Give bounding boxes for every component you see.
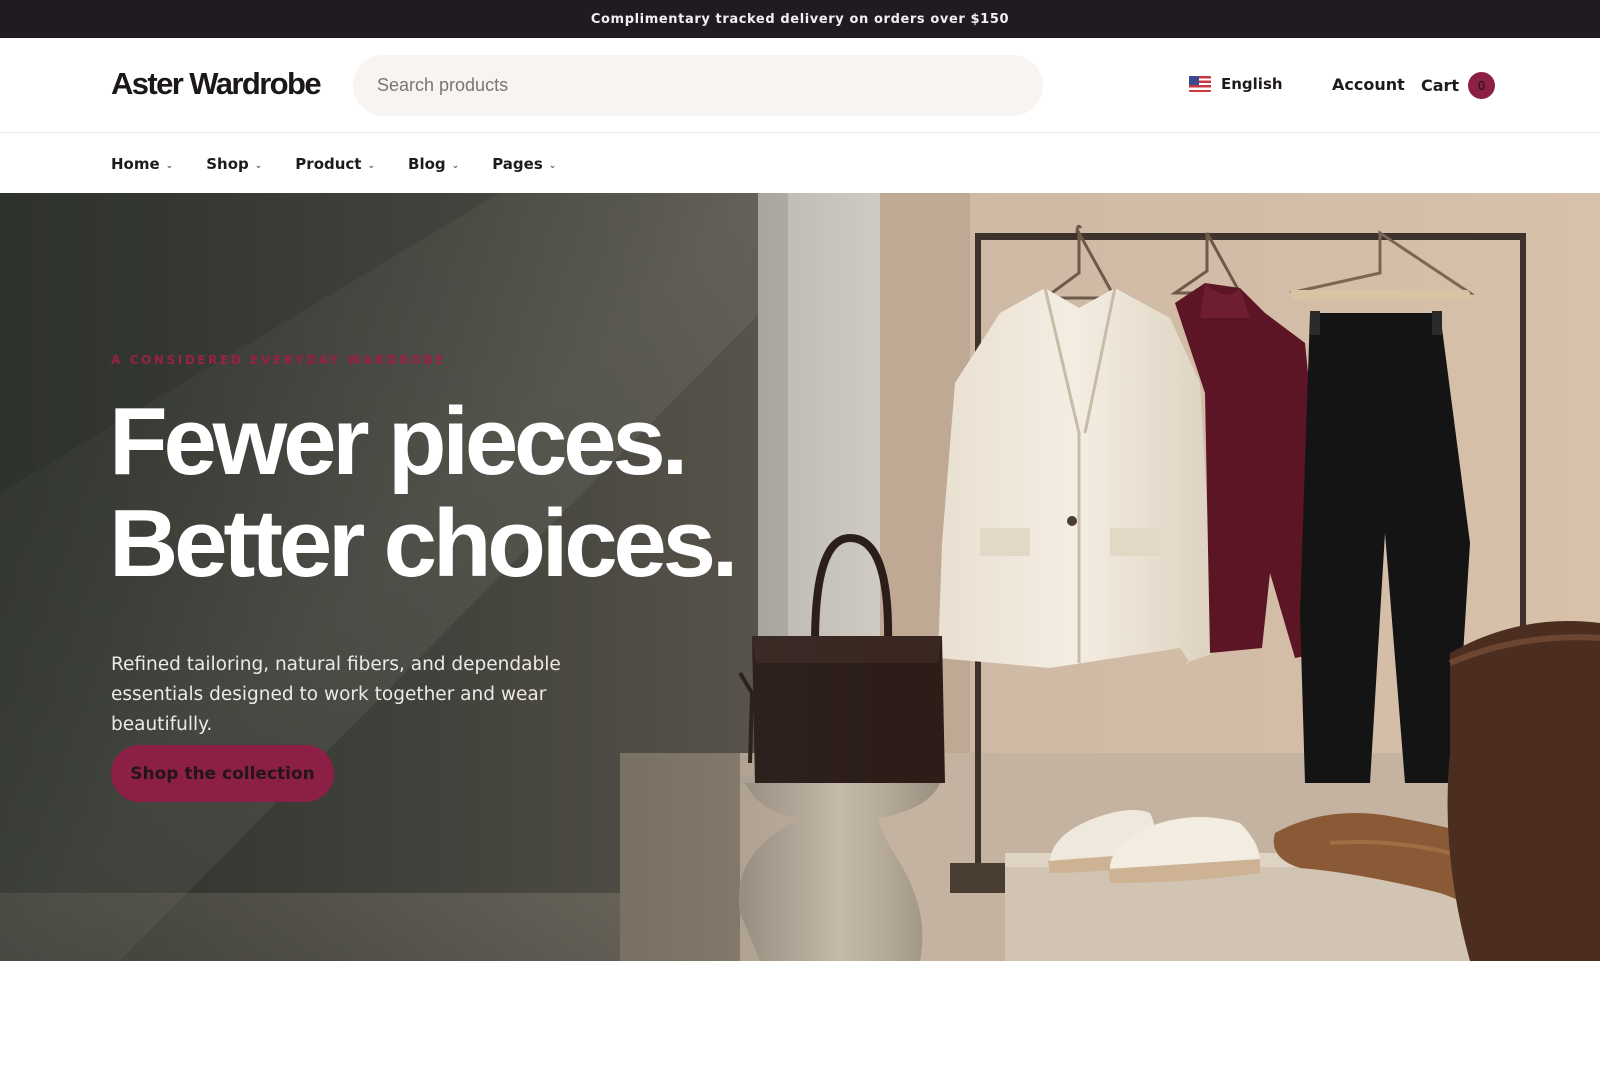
hero-headline: Fewer pieces. Better choices. (109, 391, 809, 595)
nav-item-home[interactable]: Home ⌄ (111, 155, 173, 173)
main-navigation: Home ⌄ Shop ⌄ Product ⌄ Blog ⌄ Pages ⌄ (0, 134, 1600, 193)
announcement-text: Complimentary tracked delivery on orders… (590, 11, 1010, 27)
hero-banner: A CONSIDERED EVERYDAY WARDROBE Fewer pie… (0, 193, 1600, 961)
headline-line-2: Better choices. (109, 490, 738, 597)
hero-subtext: Refined tailoring, natural fibers, and d… (111, 654, 561, 735)
nav-item-label: Home (111, 154, 160, 173)
nav-item-product[interactable]: Product ⌄ (295, 155, 375, 173)
nav-item-blog[interactable]: Blog ⌄ (408, 155, 459, 173)
nav-item-label: Pages (492, 154, 543, 173)
language-label: English (1221, 75, 1283, 93)
us-flag-icon (1189, 76, 1211, 92)
chevron-down-icon: ⌄ (367, 161, 376, 171)
account-link[interactable]: Account (1332, 75, 1405, 94)
cart-count-badge: 0 (1468, 72, 1496, 99)
store-logo[interactable]: Aster Wardrobe (111, 66, 322, 102)
search-input[interactable] (377, 75, 1043, 96)
site-header: Aster Wardrobe English Account Cart 0 (0, 38, 1600, 133)
chevron-down-icon: ⌄ (451, 161, 460, 171)
cart-label: Cart (1421, 76, 1460, 95)
language-selector[interactable]: English (1189, 75, 1283, 93)
announcement-bar: Complimentary tracked delivery on orders… (0, 0, 1600, 38)
hero-eyebrow: A CONSIDERED EVERYDAY WARDROBE (111, 353, 447, 367)
shop-collection-button[interactable]: Shop the collection (111, 745, 334, 802)
nav-item-pages[interactable]: Pages ⌄ (492, 155, 556, 173)
chevron-down-icon: ⌄ (165, 161, 174, 171)
headline-line-1: Fewer pieces. (109, 388, 688, 495)
chevron-down-icon: ⌄ (548, 161, 557, 171)
chevron-down-icon: ⌄ (254, 161, 263, 171)
search-bar[interactable] (353, 55, 1043, 116)
nav-item-label: Shop (206, 154, 249, 173)
nav-item-label: Blog (408, 154, 446, 173)
nav-item-shop[interactable]: Shop ⌄ (206, 155, 262, 173)
page-content-area (0, 961, 1600, 1067)
nav-item-label: Product (295, 154, 362, 173)
cart-button[interactable]: Cart 0 (1421, 72, 1496, 99)
